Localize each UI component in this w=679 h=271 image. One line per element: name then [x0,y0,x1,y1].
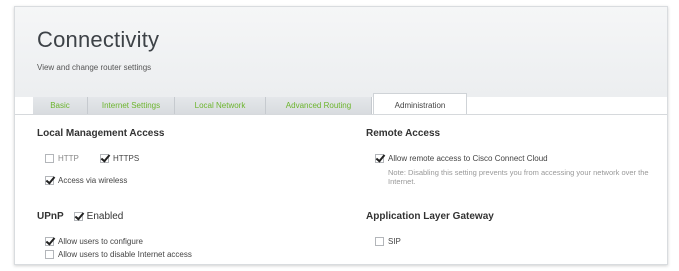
tab-content: Local Management Access HTTP HTTPS Acces… [15,114,667,264]
tab-local-network[interactable]: Local Network [175,97,266,114]
tab-basic[interactable]: Basic [33,97,88,114]
http-label: HTTP [58,154,79,163]
https-option[interactable]: HTTPS [100,154,139,163]
connectivity-panel: Connectivity View and change router sett… [14,6,668,265]
allow-configure-label: Allow users to configure [58,237,143,246]
allow-configure-checkbox[interactable] [45,237,54,246]
tab-internet-settings[interactable]: Internet Settings [88,97,175,114]
upnp-enabled-label: Enabled [86,211,124,222]
upnp-enabled-checkbox[interactable] [73,212,83,221]
allow-disable-checkbox[interactable] [45,250,54,259]
tab-bar: Basic Internet Settings Local Network Ad… [33,93,667,115]
remote-access-note: Note: Disabling this setting prevents yo… [388,168,649,186]
sip-label: SIP [388,237,401,246]
panel-header: Connectivity View and change router sett… [15,7,667,97]
local-management-title: Local Management Access [37,128,165,139]
wireless-checkbox[interactable] [45,176,54,185]
https-label: HTTPS [113,154,140,163]
allow-configure-option[interactable]: Allow users to configure [45,237,143,246]
wireless-label: Access via wireless [58,176,128,185]
sip-option[interactable]: SIP [375,237,401,246]
allow-disable-option[interactable]: Allow users to disable Internet access [45,250,192,259]
sip-checkbox[interactable] [375,237,384,246]
page-title: Connectivity [37,27,160,52]
remote-access-title: Remote Access [366,128,441,139]
remote-access-label: Allow remote access to Cisco Connect Clo… [388,154,548,163]
http-option[interactable]: HTTP [45,154,79,163]
remote-access-option[interactable]: Allow remote access to Cisco Connect Clo… [375,154,548,163]
page-subtitle: View and change router settings [37,63,152,72]
alg-title: Application Layer Gateway [366,211,494,222]
tab-administration[interactable]: Administration [373,93,467,115]
allow-disable-label: Allow users to disable Internet access [58,250,192,259]
upnp-title: UPnP [37,211,64,222]
http-checkbox[interactable] [45,154,54,163]
upnp-row: UPnP Enabled [37,211,123,222]
tab-advanced-routing[interactable]: Advanced Routing [266,97,372,114]
https-checkbox[interactable] [100,154,109,163]
wireless-option[interactable]: Access via wireless [45,176,127,185]
remote-access-checkbox[interactable] [375,154,384,163]
